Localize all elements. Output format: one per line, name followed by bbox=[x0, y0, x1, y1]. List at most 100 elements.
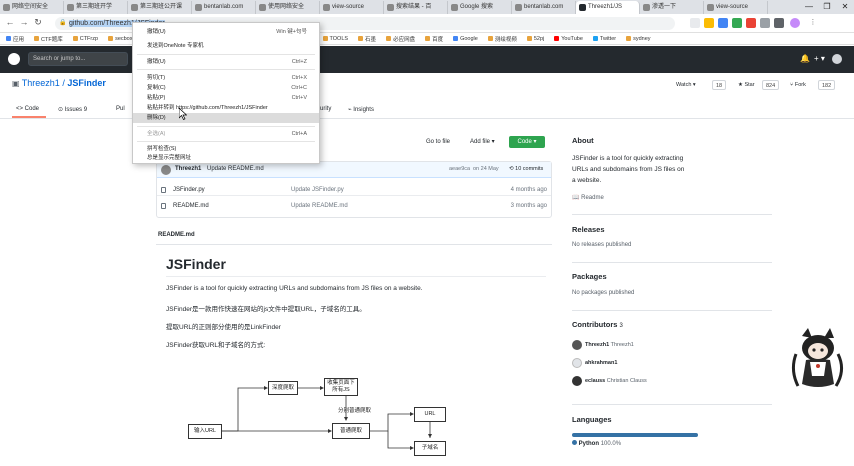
diagram-node-deep-crawl: 深度爬取 bbox=[268, 381, 298, 395]
bookmark-item[interactable]: sydney bbox=[626, 36, 656, 42]
file-row[interactable]: JSFinder.py Update JSFinder.py 4 months … bbox=[157, 184, 551, 196]
browser-tab[interactable]: 第三期班开学 bbox=[64, 1, 128, 14]
file-commit-message[interactable]: Update JSFinder.py bbox=[291, 184, 344, 196]
bookmark-item[interactable]: 应用 bbox=[6, 35, 30, 43]
extension-icon[interactable] bbox=[718, 18, 728, 28]
releases-heading[interactable]: Releases bbox=[572, 225, 605, 234]
extension-icon[interactable] bbox=[746, 18, 756, 28]
bookmark-item[interactable]: 石墨 bbox=[358, 35, 382, 43]
menu-item-cut[interactable]: 剪切(T) Ctrl+X bbox=[133, 73, 319, 83]
fork-button[interactable]: ⑂ Fork bbox=[790, 80, 806, 90]
menu-item-show-full-url[interactable]: 总是显示完整网址 bbox=[133, 153, 319, 163]
file-row[interactable]: README.md Update README.md 3 months ago bbox=[157, 200, 551, 212]
commits-link[interactable]: ⟲ 10 commits bbox=[509, 166, 543, 172]
maximize-button[interactable]: ❐ bbox=[818, 0, 836, 13]
browser-tab[interactable]: view-source bbox=[704, 1, 768, 14]
browser-tab[interactable]: 搜索结果 - 百 bbox=[384, 1, 448, 14]
back-icon[interactable]: ← bbox=[4, 17, 16, 27]
browser-tab[interactable]: 渗透一下 bbox=[640, 1, 704, 14]
bookmark-item[interactable]: YouTube bbox=[554, 36, 589, 42]
go-to-file-button[interactable]: Go to file bbox=[422, 136, 454, 148]
repo-name-link[interactable]: JSFinder bbox=[67, 78, 106, 88]
menu-item-paste[interactable]: 粘贴(P) Ctrl+V bbox=[133, 93, 319, 103]
github-logo-icon[interactable] bbox=[8, 53, 20, 65]
browser-tab[interactable]: 网络空间安全 bbox=[0, 1, 64, 14]
watch-button[interactable]: Watch ▾ bbox=[676, 80, 696, 90]
bookmark-item[interactable]: Twitter bbox=[592, 36, 622, 42]
create-new-button[interactable]: + ▾ bbox=[814, 54, 825, 63]
commit-author[interactable]: Threezh1 bbox=[175, 166, 201, 172]
commit-message[interactable]: Update README.md bbox=[207, 166, 264, 172]
tab-code[interactable]: <> Code bbox=[16, 106, 39, 112]
github-search-input[interactable]: Search or jump to... bbox=[28, 52, 128, 66]
extension-icon[interactable] bbox=[690, 18, 700, 28]
tab-pull-requests[interactable]: Pul bbox=[116, 106, 125, 112]
reload-icon[interactable]: ↻ bbox=[32, 17, 44, 28]
file-name[interactable]: JSFinder.py bbox=[173, 184, 205, 196]
browser-tab[interactable]: Google 搜索 bbox=[448, 1, 512, 14]
issue-icon: ⊙ bbox=[58, 107, 65, 113]
menu-item-delete[interactable]: 删除(D) bbox=[133, 113, 319, 123]
favicon-icon bbox=[259, 4, 266, 11]
apps-icon bbox=[6, 36, 11, 41]
languages-heading: Languages bbox=[572, 415, 612, 424]
contributor-item[interactable]: Threezh1 Threezh1 bbox=[572, 340, 634, 350]
extension-icon[interactable] bbox=[704, 18, 714, 28]
menu-item-select-all[interactable]: 全选(A) Ctrl+A bbox=[133, 129, 319, 139]
close-window-button[interactable]: ✕ bbox=[836, 0, 854, 13]
file-name[interactable]: README.md bbox=[173, 200, 209, 212]
bookmark-item[interactable]: 测绘视频 bbox=[487, 35, 523, 43]
commit-hash[interactable]: aeae9ca bbox=[449, 166, 470, 172]
readme-link[interactable]: 📖 Readme bbox=[572, 194, 604, 201]
star-button[interactable]: ★ Star bbox=[738, 80, 755, 90]
contributor-item[interactable]: ahkrahman1 bbox=[572, 358, 617, 368]
browser-tab[interactable]: 使用网络安全 bbox=[256, 1, 320, 14]
bookmark-item[interactable]: CTF题库 bbox=[34, 35, 69, 43]
menu-dots-icon[interactable]: ⋮ bbox=[808, 18, 818, 28]
language-item[interactable]: Python 100.0% bbox=[572, 440, 621, 447]
menu-item-undo[interactable]: 撤销(U) Ctrl+Z bbox=[133, 57, 319, 67]
minimize-button[interactable]: — bbox=[800, 0, 818, 13]
contributor-item[interactable]: eclauss Christian Clauss bbox=[572, 376, 647, 386]
user-avatar[interactable] bbox=[832, 54, 842, 64]
file-commit-message[interactable]: Update README.md bbox=[291, 200, 348, 212]
menu-item-emoji[interactable]: 撤销(U) Win 键+句号 bbox=[133, 27, 319, 37]
bookmark-item[interactable]: Google bbox=[453, 36, 484, 42]
browser-tab[interactable]: bentanlab.com bbox=[512, 1, 576, 14]
menu-separator bbox=[137, 141, 315, 142]
tab-issues[interactable]: ⊙ Issues 9 bbox=[58, 106, 87, 113]
bookmark-item[interactable]: TOOLS bbox=[322, 36, 355, 42]
bookmark-item[interactable]: 百度 bbox=[425, 35, 449, 43]
tab-insights[interactable]: ⌁ Insights bbox=[348, 106, 374, 113]
extension-icon[interactable] bbox=[760, 18, 770, 28]
bookmark-item[interactable]: CTFrzp bbox=[72, 36, 104, 42]
extension-icon[interactable] bbox=[732, 18, 742, 28]
releases-text: No releases published bbox=[572, 242, 632, 248]
browser-tab-active[interactable]: Threezh1/JS bbox=[576, 1, 640, 14]
packages-heading[interactable]: Packages bbox=[572, 272, 607, 281]
forward-icon[interactable]: → bbox=[18, 17, 30, 27]
profile-avatar[interactable] bbox=[790, 18, 800, 28]
file-icon bbox=[161, 203, 166, 209]
contributors-heading[interactable]: Contributors 3 bbox=[572, 320, 623, 329]
bookmark-item[interactable]: 52pj bbox=[526, 36, 550, 42]
extension-icon[interactable] bbox=[774, 18, 784, 28]
menu-item-send-onenote[interactable]: 发送到OneNote 专家机 bbox=[133, 41, 319, 51]
browser-tab[interactable]: bentanlab.com bbox=[192, 1, 256, 14]
fork-count[interactable]: 182 bbox=[818, 80, 836, 90]
readme-paragraph: JSFinder是一款用作快速在网站的js文件中提取URL，子域名的工具。 bbox=[166, 306, 366, 313]
notification-bell-icon[interactable]: 🔔 bbox=[800, 54, 810, 63]
repo-owner-link[interactable]: Threezh1 bbox=[22, 78, 60, 88]
tab-security[interactable]: urity bbox=[320, 106, 331, 112]
code-download-button[interactable]: Code ▾ bbox=[509, 136, 545, 148]
add-file-button[interactable]: Add file ▾ bbox=[466, 136, 499, 148]
browser-tab[interactable]: 第三期班公开课 bbox=[128, 1, 192, 14]
menu-item-paste-and-go[interactable]: 粘贴并转到 https://github.com/Threezh1/JSFind… bbox=[133, 103, 319, 113]
watch-count[interactable]: 18 bbox=[712, 80, 727, 90]
menu-item-copy[interactable]: 复制(C) Ctrl+C bbox=[133, 83, 319, 93]
sidebar-divider bbox=[572, 262, 772, 263]
browser-tab[interactable]: view-source bbox=[320, 1, 384, 14]
commit-date: on 24 May bbox=[473, 166, 499, 172]
bookmark-item[interactable]: 必应网盘 bbox=[386, 35, 421, 43]
star-count[interactable]: 824 bbox=[762, 80, 780, 90]
